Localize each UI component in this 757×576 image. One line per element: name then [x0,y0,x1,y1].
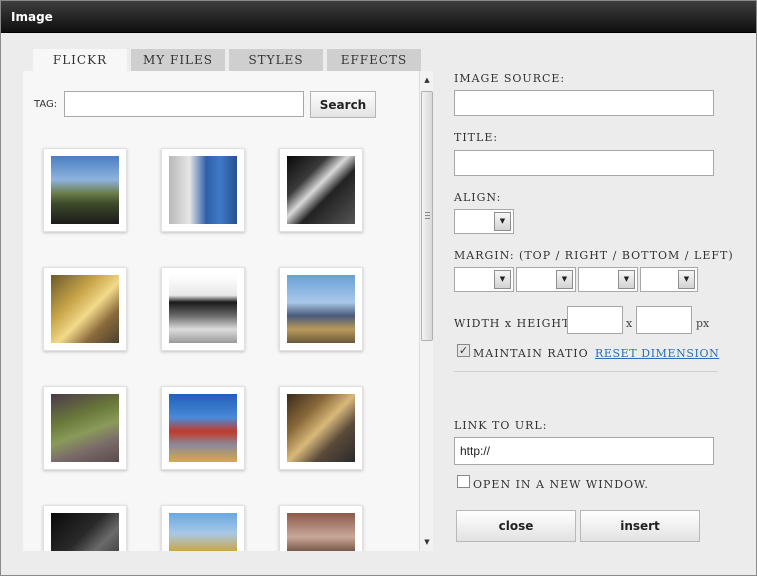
width-input[interactable] [567,306,623,334]
scroll-thumb[interactable] [421,91,433,341]
align-select[interactable]: ▼ [454,209,514,234]
photo-image [169,156,237,224]
margin-label: MARGIN: (TOP / RIGHT / BOTTOM / LEFT) [454,249,734,262]
image-source-label: IMAGE SOURCE: [454,72,566,85]
divider [454,371,718,372]
margin-top-select[interactable]: ▼ [454,267,514,292]
photo-image [51,156,119,224]
chevron-down-icon: ▼ [618,270,635,289]
px-unit-label: px [696,317,710,330]
margin-right-select[interactable]: ▼ [516,267,576,292]
height-input[interactable] [636,306,692,334]
maintain-ratio-checkbox[interactable]: ✓ [457,344,470,357]
insert-button[interactable]: insert [580,510,700,542]
photo-image [169,513,237,551]
tag-input[interactable] [64,91,304,117]
photo-thumbnail[interactable] [161,148,245,232]
photo-thumbnail[interactable] [43,505,127,551]
scrollbar[interactable]: ▲ ▼ [419,71,433,551]
photo-thumbnail[interactable] [161,386,245,470]
photo-thumbnail[interactable] [43,148,127,232]
align-label: ALIGN: [454,191,502,204]
photo-image [51,513,119,551]
chevron-down-icon: ▼ [556,270,573,289]
maintain-ratio-label: MAINTAIN RATIO [473,347,589,360]
photo-image [51,275,119,343]
photo-thumbnail[interactable] [43,386,127,470]
photo-thumbnail[interactable] [279,386,363,470]
scroll-down-arrow-icon[interactable]: ▼ [420,535,434,549]
dialog-title: Image [11,10,53,24]
title-label: TITLE: [454,131,499,144]
chevron-down-icon: ▼ [494,212,511,231]
times-sign: x [626,317,633,330]
photo-image [51,394,119,462]
image-source-input[interactable] [454,90,714,116]
grip-icon [425,212,430,219]
title-input[interactable] [454,150,714,176]
search-button[interactable]: Search [310,91,376,118]
tab-flickr[interactable]: FLICKR [33,49,127,72]
photo-thumbnail[interactable] [161,505,245,551]
chevron-down-icon: ▼ [494,270,511,289]
photo-image [169,394,237,462]
reset-dimension-link[interactable]: RESET DIMENSION [595,347,719,360]
photo-thumbnail[interactable] [43,267,127,351]
chevron-down-icon: ▼ [678,270,695,289]
open-new-window-checkbox[interactable] [457,475,470,488]
photo-image [287,394,355,462]
photo-image [287,156,355,224]
close-button[interactable]: close [456,510,576,542]
checkmark-icon: ✓ [458,344,469,357]
link-url-input[interactable] [454,437,714,465]
image-dialog: Image FLICKR MY FILES STYLES EFFECTS TAG… [0,0,757,576]
tab-styles[interactable]: STYLES [229,49,323,71]
photo-thumbnail[interactable] [279,267,363,351]
scroll-up-arrow-icon[interactable]: ▲ [420,73,434,87]
link-to-url-label: LINK TO URL: [454,419,548,432]
photo-image [287,513,355,551]
photo-image [169,275,237,343]
tab-my-files[interactable]: MY FILES [131,49,225,71]
margin-left-select[interactable]: ▼ [640,267,698,292]
open-new-window-label: OPEN IN A NEW WINDOW. [473,478,649,491]
title-bar[interactable]: Image [1,1,756,33]
photo-image [287,275,355,343]
margin-bottom-select[interactable]: ▼ [578,267,638,292]
flickr-panel: TAG: Search [23,71,419,551]
photo-thumbnail[interactable] [279,148,363,232]
photo-thumbnail[interactable] [279,505,363,551]
size-label: WIDTH x HEIGHT: [454,317,575,330]
photo-thumbnail[interactable] [161,267,245,351]
tag-label: TAG: [34,99,58,110]
tab-effects[interactable]: EFFECTS [327,49,421,71]
